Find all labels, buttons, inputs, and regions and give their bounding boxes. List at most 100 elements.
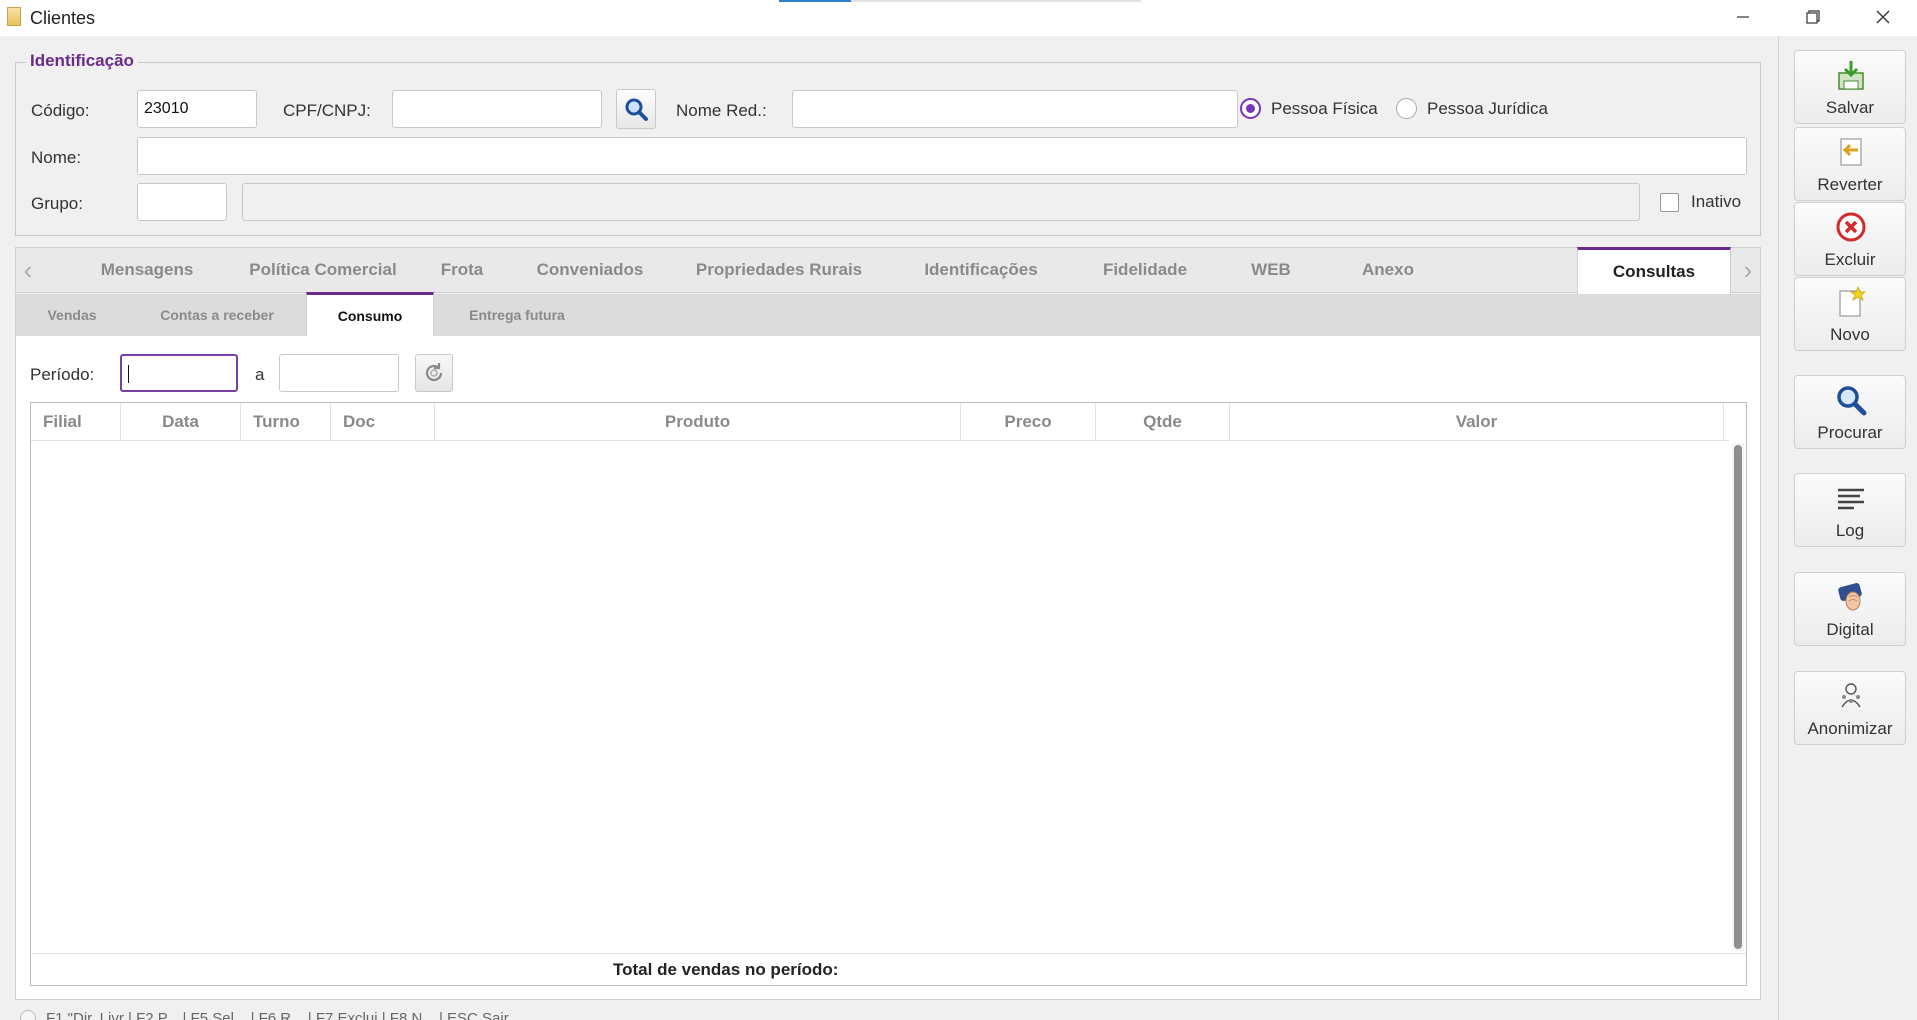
salvar-button[interactable]: Salvar xyxy=(1794,50,1906,124)
novo-label: Novo xyxy=(1830,325,1870,344)
subtab-vendas[interactable]: Vendas xyxy=(16,294,128,336)
column-filial[interactable]: Filial xyxy=(31,403,121,441)
subtab-consumo[interactable]: Consumo xyxy=(306,292,434,336)
column-produto[interactable]: Produto xyxy=(435,403,961,441)
delete-icon xyxy=(1835,211,1867,243)
cpf-cnpj-label: CPF/CNPJ: xyxy=(283,101,371,120)
tab-scroll-left-icon[interactable]: ‹ xyxy=(16,248,40,292)
table-header: Filial Data Turno Doc Produto Preco Qtde… xyxy=(31,403,1729,441)
grupo-description-field xyxy=(242,183,1640,221)
revert-icon xyxy=(1835,136,1867,168)
novo-button[interactable]: Novo xyxy=(1794,277,1906,351)
scrollbar-thumb[interactable] xyxy=(1734,445,1742,949)
inativo-label: Inativo xyxy=(1691,192,1742,211)
subtab-entrega-futura[interactable]: Entrega futura xyxy=(434,294,600,336)
toolbar-separator xyxy=(1778,36,1779,1020)
column-preco[interactable]: Preco xyxy=(961,403,1096,441)
codigo-label: Código: xyxy=(31,101,90,120)
pessoa-fisica-radio[interactable]: Pessoa Física xyxy=(1240,98,1378,119)
save-icon xyxy=(1835,59,1867,91)
anonymize-icon xyxy=(1835,680,1867,712)
procurar-button[interactable]: Procurar xyxy=(1794,375,1906,449)
tab-conveniados[interactable]: Conveniados xyxy=(510,248,670,292)
fingerprint-scanner-icon xyxy=(1835,581,1867,613)
table-scrollbar[interactable] xyxy=(1732,443,1744,951)
status-shortcuts-text: F1 "Dir. Livr | F2 P... | F5 Sel... | F6… xyxy=(46,1010,509,1020)
radio-unselected-icon xyxy=(1396,98,1417,119)
tab-mensagens[interactable]: Mensagens xyxy=(62,248,232,292)
reverter-button[interactable]: Reverter xyxy=(1794,127,1906,201)
restore-icon xyxy=(1806,10,1820,24)
nome-field[interactable] xyxy=(137,137,1747,175)
main-tab-bar: ‹ Mensagens Política Comercial Frota Con… xyxy=(15,247,1761,294)
anonimizar-button[interactable]: Anonimizar xyxy=(1794,671,1906,745)
tab-consultas[interactable]: Consultas xyxy=(1577,247,1731,294)
tab-anexo[interactable]: Anexo xyxy=(1326,248,1450,292)
tab-fidelidade[interactable]: Fidelidade xyxy=(1074,248,1216,292)
column-valor[interactable]: Valor xyxy=(1230,403,1724,441)
status-bar: F1 "Dir. Livr | F2 P... | F5 Sel... | F6… xyxy=(0,1008,1778,1020)
search-icon xyxy=(1835,384,1867,416)
tab-identificacoes[interactable]: Identificações xyxy=(888,248,1074,292)
search-icon xyxy=(625,98,648,121)
identificacao-legend: Identificação xyxy=(26,51,138,71)
cpf-search-button[interactable] xyxy=(616,89,656,129)
anonimizar-label: Anonimizar xyxy=(1807,719,1893,738)
total-label: Total de vendas no período: xyxy=(613,959,839,979)
nome-red-field[interactable] xyxy=(792,90,1238,128)
nome-label: Nome: xyxy=(31,148,82,167)
periodo-a-label: a xyxy=(255,365,265,384)
identificacao-fieldset: Identificação Código: 23010 CPF/CNPJ: No… xyxy=(15,51,1761,236)
title-bar: Clientes xyxy=(0,0,1917,36)
close-button[interactable] xyxy=(1848,0,1917,34)
tab-frota[interactable]: Frota xyxy=(414,248,510,292)
procurar-label: Procurar xyxy=(1817,423,1883,442)
consumo-panel: Período: a Filial Data Turno Doc Produto… xyxy=(15,336,1761,1000)
table-footer: Total de vendas no período: xyxy=(31,953,1746,985)
window-title: Clientes xyxy=(30,8,96,28)
refresh-button[interactable] xyxy=(415,354,453,392)
grupo-label: Grupo: xyxy=(31,194,83,213)
column-doc[interactable]: Doc xyxy=(331,403,435,441)
consumo-table: Filial Data Turno Doc Produto Preco Qtde… xyxy=(30,402,1747,986)
tab-web[interactable]: WEB xyxy=(1216,248,1326,292)
status-indicator-icon xyxy=(20,1010,36,1020)
digital-button[interactable]: Digital xyxy=(1794,572,1906,646)
close-icon xyxy=(1876,10,1890,24)
inativo-checkbox[interactable]: Inativo xyxy=(1660,192,1741,212)
radio-selected-icon xyxy=(1240,98,1261,119)
cpf-cnpj-field[interactable] xyxy=(392,90,602,128)
grupo-code-field[interactable] xyxy=(137,183,227,221)
pessoa-juridica-radio[interactable]: Pessoa Jurídica xyxy=(1396,98,1548,119)
reverter-label: Reverter xyxy=(1817,175,1883,194)
subtab-contas-a-receber[interactable]: Contas a receber xyxy=(128,294,306,336)
new-document-icon xyxy=(1835,286,1867,318)
tab-scroll-right-icon[interactable]: › xyxy=(1736,248,1760,292)
log-label: Log xyxy=(1835,521,1865,540)
excluir-button[interactable]: Excluir xyxy=(1794,202,1906,276)
refresh-icon xyxy=(425,363,443,382)
nome-red-label: Nome Red.: xyxy=(676,101,767,120)
periodo-label: Período: xyxy=(30,365,95,384)
column-data[interactable]: Data xyxy=(121,403,241,441)
title-progress-indicator xyxy=(779,0,1141,2)
tab-politica-comercial[interactable]: Política Comercial xyxy=(232,248,414,292)
periodo-to-field[interactable] xyxy=(279,354,399,392)
pessoa-fisica-label: Pessoa Física xyxy=(1271,98,1378,118)
column-turno[interactable]: Turno xyxy=(241,403,331,441)
minimize-button[interactable] xyxy=(1708,0,1778,34)
column-qtde[interactable]: Qtde xyxy=(1096,403,1230,441)
periodo-from-field[interactable] xyxy=(120,354,238,392)
pessoa-juridica-label: Pessoa Jurídica xyxy=(1427,98,1548,118)
sub-tab-bar: Vendas Contas a receber Consumo Entrega … xyxy=(15,292,1761,336)
salvar-label: Salvar xyxy=(1825,98,1875,117)
excluir-label: Excluir xyxy=(1824,250,1876,269)
minimize-icon xyxy=(1737,16,1749,18)
folder-icon xyxy=(7,7,21,26)
log-button[interactable]: Log xyxy=(1794,473,1906,547)
tab-propriedades-rurais[interactable]: Propriedades Rurais xyxy=(670,248,888,292)
digital-label: Digital xyxy=(1826,620,1874,639)
restore-button[interactable] xyxy=(1778,0,1848,34)
codigo-field[interactable]: 23010 xyxy=(137,90,257,128)
checkbox-icon xyxy=(1660,192,1679,212)
